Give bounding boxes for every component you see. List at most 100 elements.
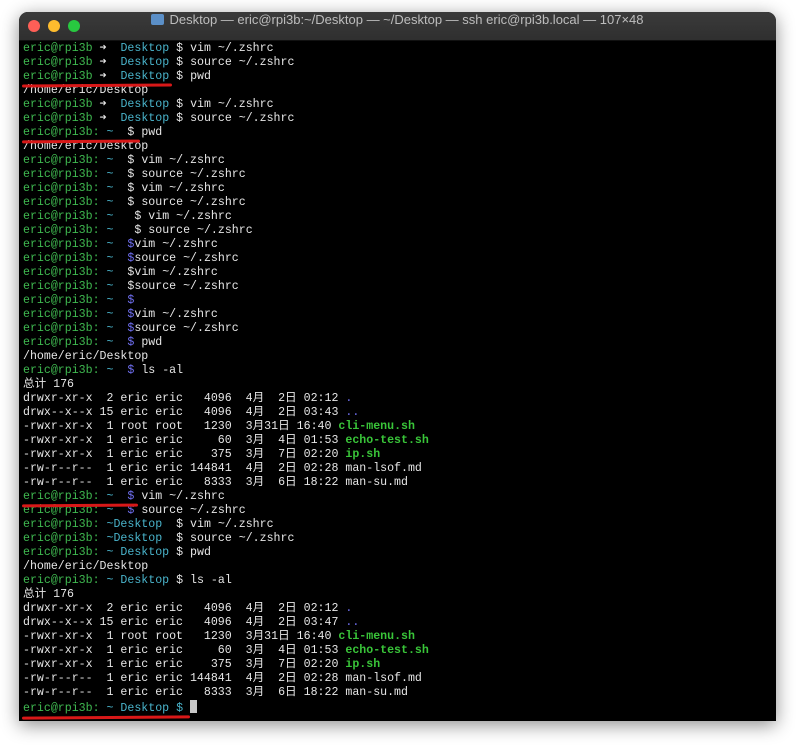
terminal-line: -rw-r--r-- 1 eric eric 144841 4月 2日 02:2… xyxy=(23,462,776,476)
terminal-space xyxy=(100,518,107,531)
terminal-line: eric@rpi3b ➜ Desktop $ pwd xyxy=(23,70,776,84)
prompt-user: eric@rpi3b xyxy=(23,112,93,125)
terminal-space xyxy=(100,196,107,209)
terminal-line: drwx--x--x 15 eric eric 4096 4月 2日 03:43… xyxy=(23,406,776,420)
terminal-line: -rwxr-xr-x 1 eric eric 375 3月 7日 02:20 i… xyxy=(23,448,776,462)
terminal-space xyxy=(100,490,107,503)
prompt-dir: Desktop xyxy=(120,70,170,83)
prompt-user: eric@rpi3b xyxy=(23,224,93,237)
arrow-icon: ➜ xyxy=(99,98,107,111)
terminal-space xyxy=(93,112,100,125)
terminal-line: eric@rpi3b ➜ Desktop $ vim ~/.zshrc xyxy=(23,98,776,112)
prompt-colon: : xyxy=(92,322,100,335)
command-text: vim ~/.zshrc xyxy=(141,154,225,167)
command-text: ls -al xyxy=(190,574,232,587)
arrow-icon: ➜ xyxy=(99,42,107,55)
prompt-user: eric@rpi3b xyxy=(23,238,93,251)
terminal-space xyxy=(100,308,107,321)
prompt-colon: : xyxy=(92,532,100,545)
terminal-space xyxy=(113,168,127,181)
terminal-space xyxy=(100,336,107,349)
terminal-space xyxy=(100,252,107,265)
terminal-space xyxy=(100,238,107,251)
prompt-user: eric@rpi3b xyxy=(23,70,93,83)
terminal-line: eric@rpi3b: ~ $ source ~/.zshrc xyxy=(23,224,776,238)
terminal-line: eric@rpi3b: ~Desktop $ vim ~/.zshrc xyxy=(23,518,776,532)
ls-filename: man-lsof.md xyxy=(345,672,422,685)
terminal-space xyxy=(183,574,190,587)
terminal-space xyxy=(100,154,107,167)
prompt-colon: : xyxy=(92,490,100,503)
terminal-space xyxy=(107,56,121,69)
prompt-colon: : xyxy=(92,168,100,181)
terminal-space xyxy=(113,364,127,377)
prompt-user: eric@rpi3b xyxy=(23,182,93,195)
terminal-space xyxy=(183,546,190,559)
terminal-space xyxy=(107,112,121,125)
prompt-colon: : xyxy=(92,210,100,223)
terminal-space xyxy=(183,702,190,715)
command-text: pwd xyxy=(190,546,211,559)
prompt-user: eric@rpi3b xyxy=(23,308,93,321)
prompt-colon: : xyxy=(92,294,100,307)
command-text: vim ~/.zshrc xyxy=(190,98,274,111)
terminal-line: /home/eric/Desktop xyxy=(23,560,776,574)
terminal-line: eric@rpi3b: ~ $ vim ~/.zshrc xyxy=(23,210,776,224)
command-text: source ~/.zshrc xyxy=(190,532,295,545)
terminal-space xyxy=(100,532,107,545)
terminal-space xyxy=(113,252,127,265)
terminal-space xyxy=(100,322,107,335)
ls-filename: . xyxy=(345,602,353,615)
prompt-user: eric@rpi3b xyxy=(23,336,93,349)
prompt-user: eric@rpi3b xyxy=(23,294,93,307)
terminal-space xyxy=(107,98,121,111)
terminal-line: drwxr-xr-x 2 eric eric 4096 4月 2日 02:12 … xyxy=(23,392,776,406)
terminal-line: -rwxr-xr-x 1 eric eric 60 3月 4日 01:53 ec… xyxy=(23,644,776,658)
ls-filename: man-lsof.md xyxy=(345,462,422,475)
terminal-space xyxy=(100,364,107,377)
prompt-dir: ~ Desktop xyxy=(106,702,170,715)
terminal-line: 总计 176 xyxy=(23,588,776,602)
command-text: source ~/.zshrc xyxy=(141,504,246,517)
ls-filename: cli-menu.sh xyxy=(338,420,415,433)
prompt-user: eric@rpi3b xyxy=(23,322,93,335)
ls-row-meta: -rwxr-xr-x 1 eric eric 60 3月 4日 01:53 xyxy=(23,644,346,657)
command-text: source ~/.zshrc xyxy=(134,252,239,265)
prompt-colon: : xyxy=(92,336,100,349)
ls-filename: man-su.md xyxy=(345,686,408,699)
prompt-dir: Desktop xyxy=(120,42,170,55)
prompt-colon: : xyxy=(92,266,100,279)
prompt-colon: : xyxy=(92,154,100,167)
prompt-user: eric@rpi3b xyxy=(23,168,93,181)
ls-filename: echo-test.sh xyxy=(345,644,429,657)
window-title-text: Desktop — eric@rpi3b:~/Desktop — ~/Deskt… xyxy=(169,12,644,27)
prompt-colon: : xyxy=(92,546,100,559)
terminal-window: Desktop — eric@rpi3b:~/Desktop — ~/Deskt… xyxy=(19,12,776,721)
prompt-user: eric@rpi3b xyxy=(23,702,93,715)
ls-filename: .. xyxy=(345,406,360,419)
terminal-line: eric@rpi3b: ~ $ source ~/.zshrc xyxy=(23,168,776,182)
arrow-icon: ➜ xyxy=(99,70,107,83)
ls-row-meta: -rwxr-xr-x 1 root root 1230 3月31日 16:40 xyxy=(23,630,339,643)
output-text: 总计 176 xyxy=(23,378,75,391)
terminal-space xyxy=(100,702,107,715)
ls-row-meta: -rwxr-xr-x 1 eric eric 60 3月 4日 01:53 xyxy=(23,434,346,447)
terminal-line: eric@rpi3b: ~ $ vim ~/.zshrc xyxy=(23,154,776,168)
terminal-line: eric@rpi3b: ~ $vim ~/.zshrc xyxy=(23,238,776,252)
prompt-user: eric@rpi3b xyxy=(23,98,93,111)
prompt-user: eric@rpi3b xyxy=(23,126,93,139)
prompt-colon: : xyxy=(92,252,100,265)
terminal-space xyxy=(183,532,190,545)
ls-row-meta: -rw-r--r-- 1 eric eric 8333 3月 6日 18:22 xyxy=(23,686,346,699)
prompt-dir: ~ Desktop xyxy=(106,574,170,587)
terminal-space xyxy=(113,224,134,237)
terminal-line: eric@rpi3b ➜ Desktop $ source ~/.zshrc xyxy=(23,112,776,126)
command-text: source ~/.zshrc xyxy=(134,280,239,293)
terminal-space xyxy=(162,518,176,531)
terminal-output[interactable]: eric@rpi3b ➜ Desktop $ vim ~/.zshrc eric@… xyxy=(23,42,776,721)
ls-filename: man-su.md xyxy=(345,476,408,489)
prompt-colon: : xyxy=(92,364,100,377)
terminal-space xyxy=(107,70,121,83)
prompt-dir: ~ Desktop xyxy=(106,546,170,559)
terminal-space xyxy=(113,182,127,195)
